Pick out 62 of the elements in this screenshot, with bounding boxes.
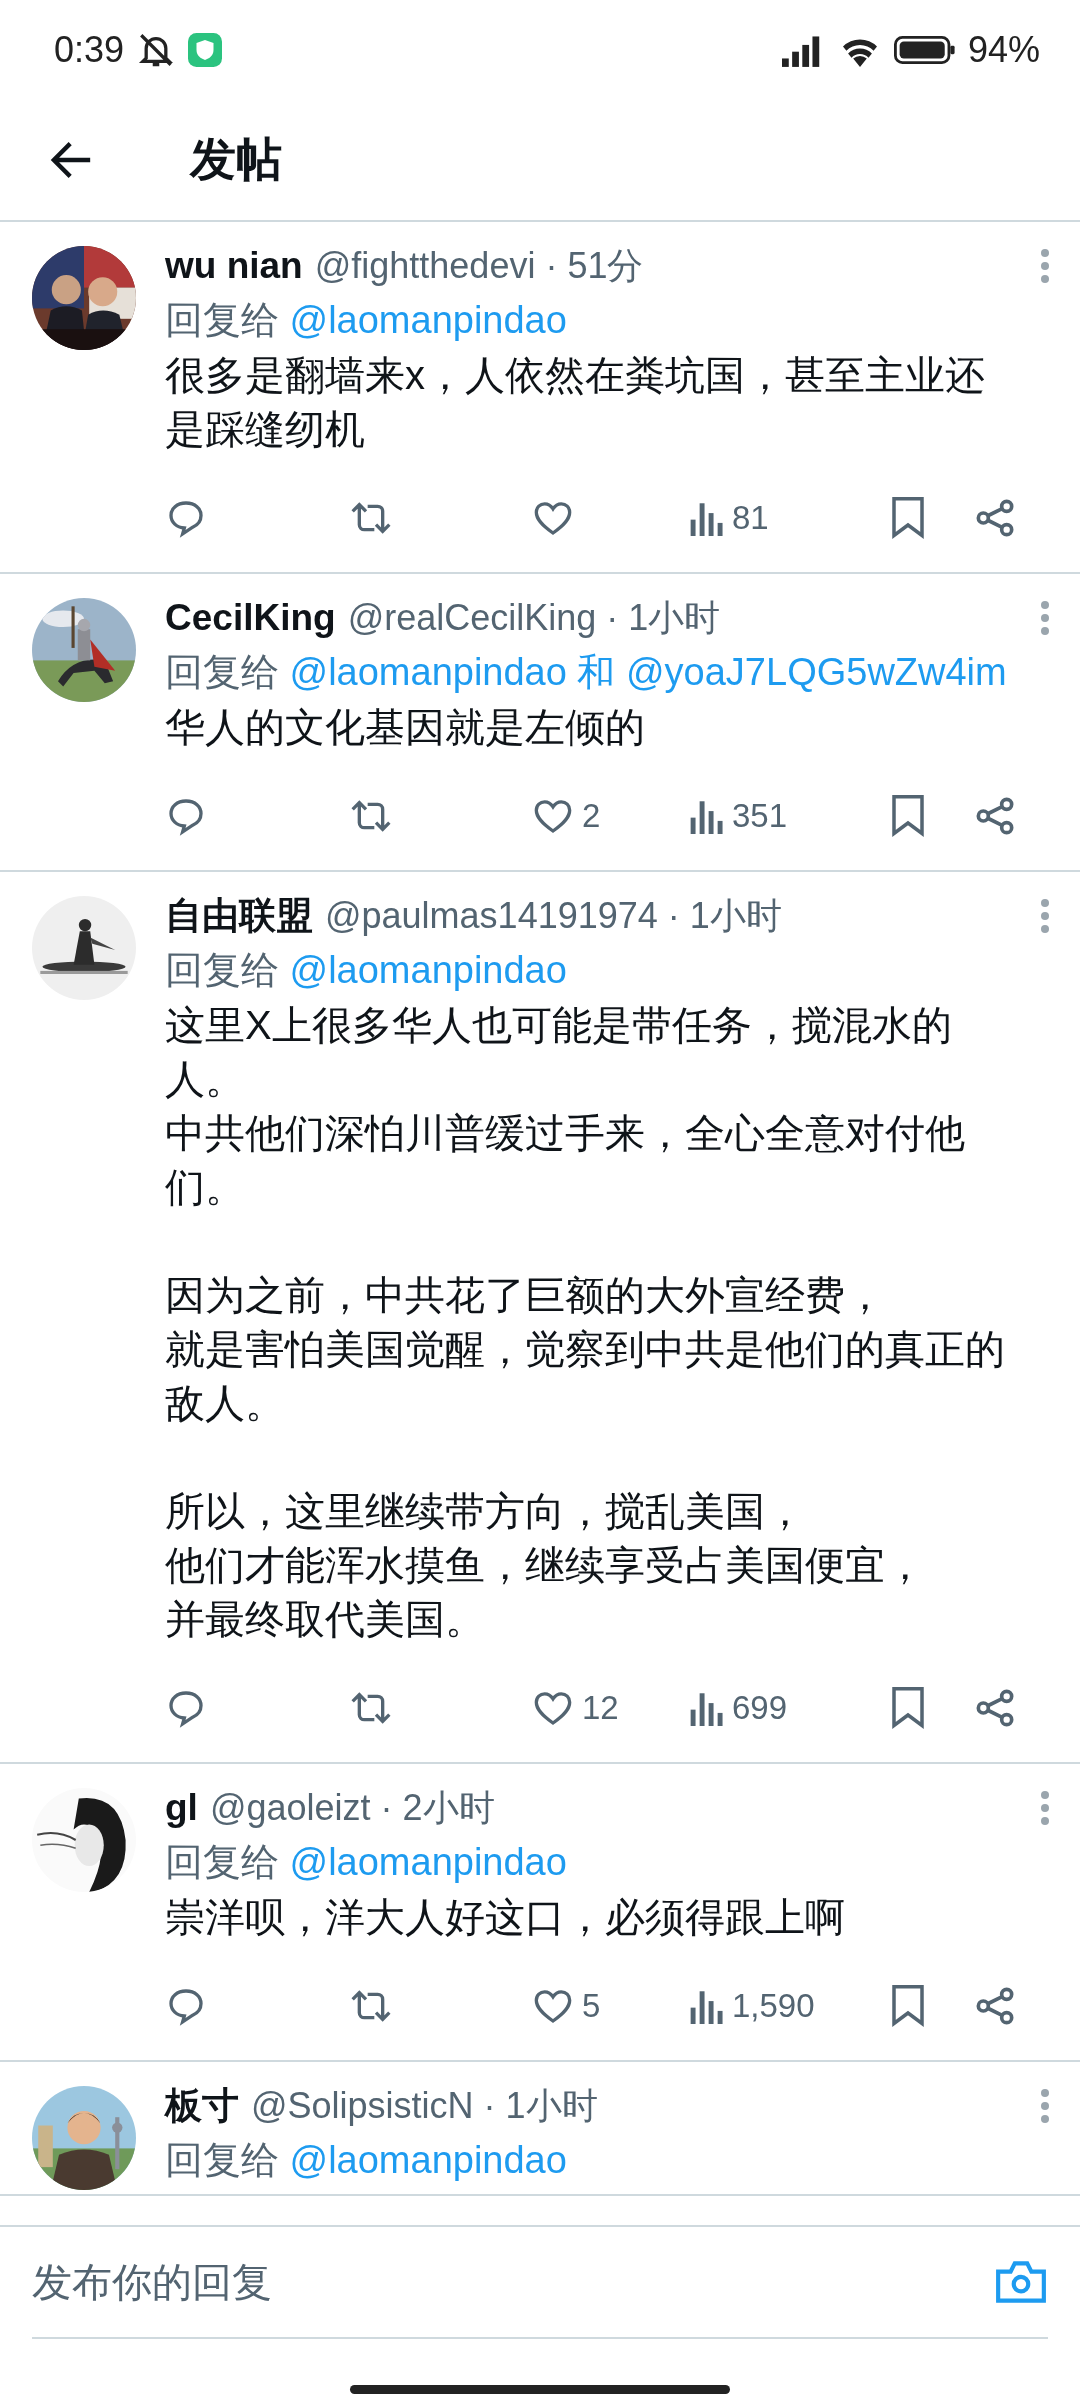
- post-time: · 1小时: [667, 893, 782, 938]
- battery-icon: [893, 35, 956, 65]
- mention-link[interactable]: @yoaJ7LQG5wZw4im: [626, 651, 1007, 693]
- post-time: · 1小时: [483, 2083, 598, 2128]
- share-icon[interactable]: [975, 498, 1015, 538]
- post-text-line: 因为之前，中共花了巨额的大外宣经费，: [165, 1272, 886, 1319]
- reply-to-line: 回复给 @laomanpindao 和 @yoaJ7LQG5wZw4im: [165, 650, 1008, 695]
- post-text: 华人的文化基因就是左倾的: [165, 704, 646, 751]
- bar-chart-icon[interactable]: [690, 798, 724, 834]
- user-name: wu nian: [165, 245, 303, 287]
- bookmark-icon[interactable]: [890, 1687, 926, 1729]
- view-count: 699: [732, 1689, 788, 1727]
- shield-icon: [188, 33, 223, 67]
- user-name: gl: [165, 1787, 198, 1829]
- user-name: 板寸: [165, 2084, 239, 2128]
- reply-to-line: 回复给 @laomanpindao: [165, 298, 568, 343]
- reply-input-field[interactable]: 发布你的回复: [32, 2259, 994, 2305]
- reply-to-line: 回复给 @laomanpindao: [165, 1840, 568, 1885]
- mention-link[interactable]: @laomanpindao: [289, 651, 567, 693]
- bookmark-icon[interactable]: [890, 1985, 926, 2027]
- bookmark-icon[interactable]: [890, 795, 926, 837]
- reply-to-line: 回复给 @laomanpindao: [165, 2138, 568, 2183]
- like-count: 5: [582, 1987, 601, 2025]
- post-text: 崇洋呗，洋大人好这口，必须得跟上啊: [165, 1894, 846, 1941]
- mention-link[interactable]: @laomanpindao: [289, 2139, 567, 2181]
- user-name: 自由联盟: [165, 894, 313, 938]
- share-icon[interactable]: [975, 1986, 1015, 2026]
- mention-link[interactable]: @laomanpindao: [289, 1841, 567, 1883]
- user-handle[interactable]: @realCecilKing: [347, 597, 597, 639]
- share-icon[interactable]: [975, 1688, 1015, 1728]
- like-count: 2: [582, 797, 601, 835]
- user-handle[interactable]: @SolipsisticN: [251, 2085, 474, 2127]
- post-time: · 1小时: [606, 595, 721, 640]
- mention-link[interactable]: @laomanpindao: [289, 299, 567, 341]
- clock: 0:39: [54, 29, 125, 71]
- camera-icon[interactable]: [994, 2258, 1048, 2306]
- like-count: 12: [582, 1689, 619, 1727]
- battery-level: 94%: [967, 29, 1040, 71]
- page-title: 发帖: [190, 132, 282, 187]
- post-text-line: 就是害怕美国觉醒，觉察到中共是他们的真正的敌人。: [165, 1326, 1006, 1427]
- mention-link[interactable]: @laomanpindao: [289, 949, 567, 991]
- post-time: · 2小时: [380, 1785, 495, 1830]
- bar-chart-icon[interactable]: [690, 1690, 724, 1726]
- post-text: 很多是翻墙来x，人依然在粪坑国，甚至主业还是踩缝纫机: [165, 352, 986, 453]
- bookmark-icon[interactable]: [890, 497, 926, 539]
- bar-chart-icon[interactable]: [690, 1988, 724, 2024]
- reply-to-line: 回复给 @laomanpindao: [165, 948, 568, 993]
- post-text-line: 中共他们深怕川普缓过手来，全心全意对付他们。: [165, 1110, 966, 1211]
- view-count: 81: [732, 499, 769, 537]
- user-handle[interactable]: @fightthedevi: [314, 245, 536, 287]
- user-handle[interactable]: @gaoleizt: [209, 1787, 371, 1829]
- user-handle[interactable]: @paulmas14191974: [325, 895, 658, 937]
- post-text-line: 这里X上很多华人也可能是带任务，搅混水的人。: [165, 1002, 953, 1103]
- post-time: · 51分: [545, 243, 644, 288]
- post-text-line: 并最终取代美国。: [165, 1596, 486, 1643]
- post-text-line: 他们才能浑水摸鱼，继续享受占美国便宜，: [165, 1542, 926, 1589]
- view-count: 1,590: [732, 1987, 815, 2025]
- share-icon[interactable]: [975, 796, 1015, 836]
- bar-chart-icon[interactable]: [690, 500, 724, 536]
- post-text-line: 所以，这里继续带方向，搅乱美国，: [165, 1488, 806, 1535]
- view-count: 351: [732, 797, 788, 835]
- user-name: CecilKing: [165, 597, 336, 639]
